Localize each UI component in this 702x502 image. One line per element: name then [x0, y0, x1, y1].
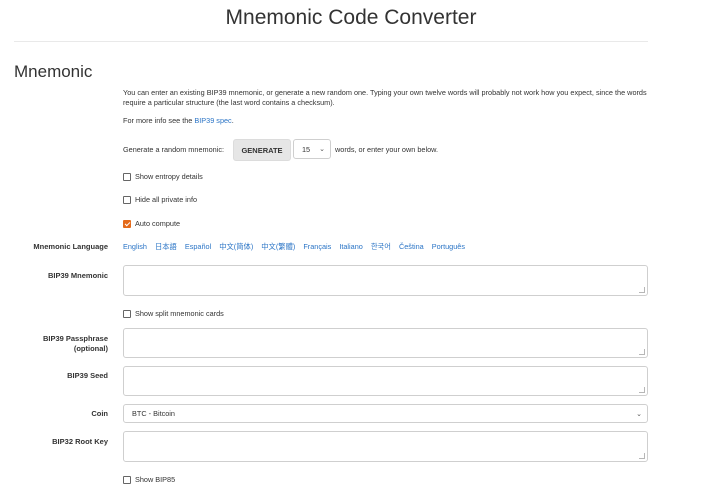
- language-portuguese[interactable]: Português: [432, 242, 465, 252]
- bip39-mnemonic-textarea[interactable]: [123, 265, 648, 296]
- coin-label: Coin: [91, 409, 108, 418]
- generate-button[interactable]: GENERATE: [233, 139, 291, 161]
- show-bip85-option[interactable]: Show BIP85: [123, 475, 175, 484]
- passphrase-textarea[interactable]: [123, 328, 648, 358]
- coin-value: BTC - Bitcoin: [132, 409, 175, 418]
- language-english[interactable]: English: [123, 242, 147, 252]
- bip39-spec-link[interactable]: BIP39 spec: [194, 116, 231, 125]
- language-spanish[interactable]: Español: [185, 242, 211, 252]
- language-french[interactable]: Français: [303, 242, 331, 252]
- more-info-line: For more info see the BIP39 spec.: [123, 116, 234, 126]
- auto-compute-option[interactable]: Auto compute: [123, 219, 180, 228]
- hide-private-label: Hide all private info: [135, 195, 198, 204]
- resize-handle-icon[interactable]: [639, 287, 645, 293]
- language-czech[interactable]: Čeština: [399, 242, 424, 252]
- intro-text: You can enter an existing BIP39 mnemonic…: [123, 88, 647, 107]
- more-info-suffix: .: [231, 116, 234, 125]
- word-count-value: 15: [302, 144, 311, 154]
- resize-handle-icon[interactable]: [639, 349, 645, 355]
- auto-compute-label: Auto compute: [135, 219, 181, 228]
- seed-textarea[interactable]: [123, 366, 648, 396]
- split-cards-checkbox[interactable]: [123, 309, 131, 318]
- generate-prefix: Generate a random mnemonic:: [123, 145, 224, 154]
- passphrase-label: BIP39 Passphrase (optional): [14, 334, 108, 354]
- seed-label: BIP39 Seed: [67, 371, 108, 380]
- mnemonic-heading: Mnemonic: [14, 62, 93, 81]
- split-cards-label: Show split mnemonic cards: [135, 309, 224, 318]
- root-key-textarea[interactable]: [123, 431, 648, 462]
- root-key-label: BIP32 Root Key: [52, 437, 108, 446]
- language-japanese[interactable]: 日本語: [155, 242, 177, 252]
- passphrase-label-line1: BIP39 Passphrase: [42, 334, 108, 343]
- more-info-prefix: For more info see the: [123, 116, 193, 125]
- generate-suffix: words, or enter your own below.: [335, 145, 439, 154]
- language-chinese-traditional[interactable]: 中文(繁體): [261, 242, 295, 252]
- hide-private-checkbox[interactable]: [123, 195, 131, 204]
- show-entropy-option[interactable]: Show entropy details: [123, 172, 203, 181]
- language-list: English 日本語 Español 中文(简体) 中文(繁體) França…: [123, 242, 465, 252]
- chevron-down-icon: ⌄: [636, 410, 642, 418]
- word-count-select[interactable]: 15 ⌄: [293, 139, 331, 159]
- show-bip85-checkbox[interactable]: [123, 475, 131, 484]
- split-cards-option[interactable]: Show split mnemonic cards: [123, 309, 224, 318]
- passphrase-label-line2: (optional): [73, 344, 108, 353]
- language-label: Mnemonic Language: [33, 242, 108, 251]
- header-divider: [14, 41, 648, 42]
- resize-handle-icon[interactable]: [639, 387, 645, 393]
- chevron-down-icon: ⌄: [319, 146, 325, 153]
- hide-private-option[interactable]: Hide all private info: [123, 195, 197, 204]
- resize-handle-icon[interactable]: [639, 453, 645, 459]
- coin-select[interactable]: BTC - Bitcoin ⌄: [123, 404, 648, 423]
- language-korean[interactable]: 한국어: [371, 242, 391, 252]
- bip39-mnemonic-label: BIP39 Mnemonic: [47, 271, 108, 280]
- language-italian[interactable]: Italiano: [339, 242, 363, 252]
- show-entropy-label: Show entropy details: [135, 172, 203, 181]
- show-entropy-checkbox[interactable]: [123, 172, 131, 181]
- language-chinese-simplified[interactable]: 中文(简体): [219, 242, 253, 252]
- page-title: Mnemonic Code Converter: [225, 6, 477, 29]
- auto-compute-checkbox[interactable]: [123, 219, 131, 228]
- show-bip85-label: Show BIP85: [135, 475, 176, 484]
